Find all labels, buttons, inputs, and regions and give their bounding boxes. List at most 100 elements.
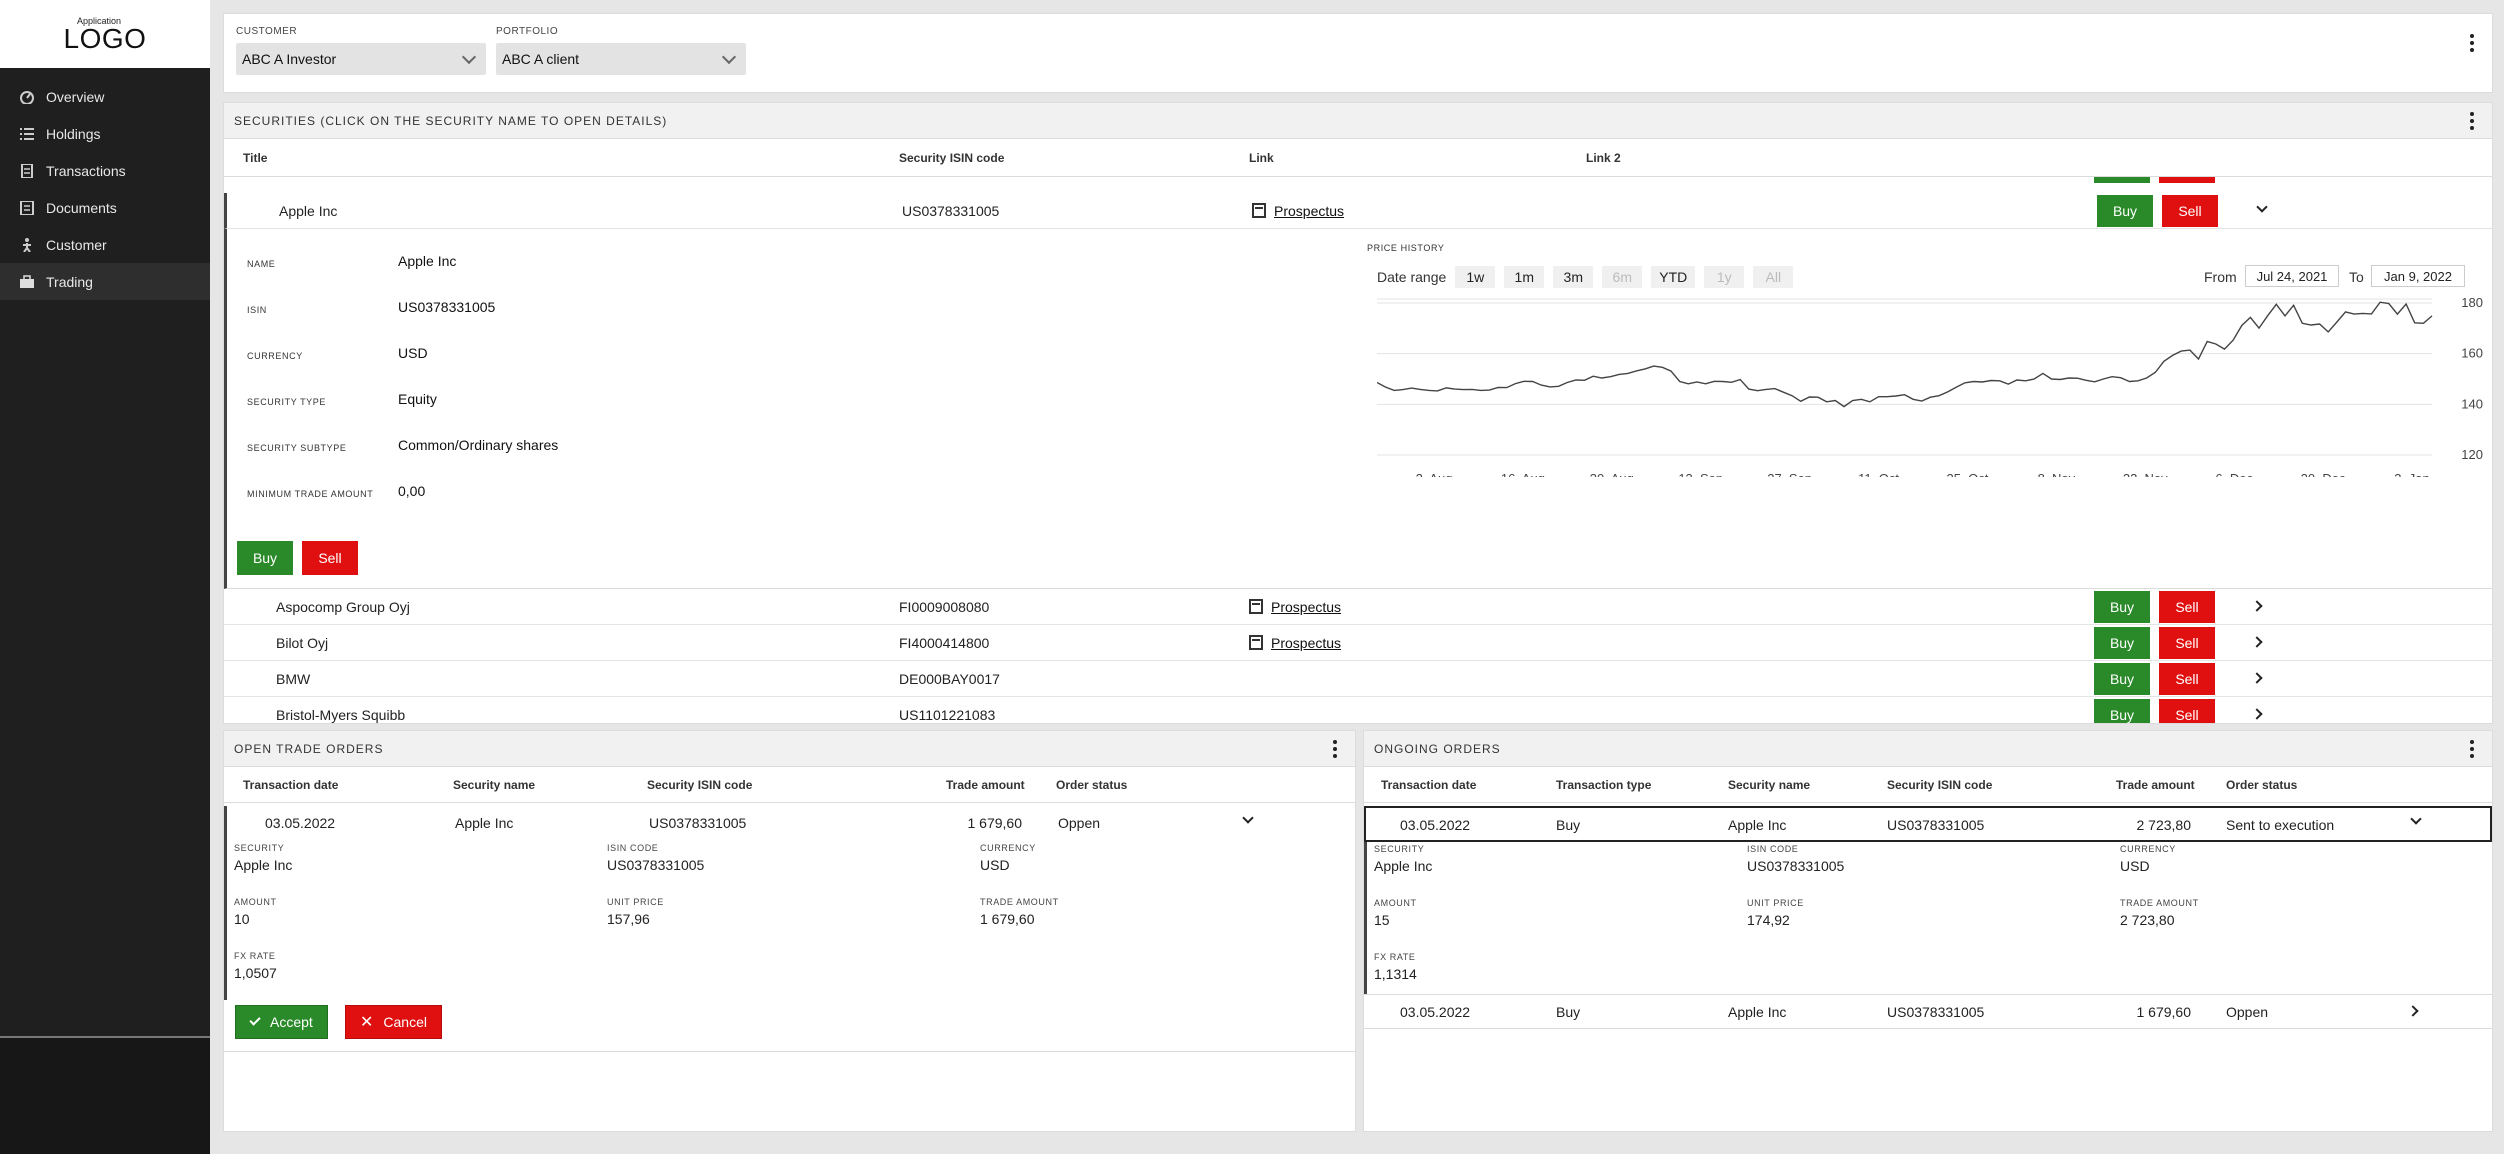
ongoing-orders-title: ONGOING ORDERS (1374, 741, 1501, 756)
chevron-down-icon[interactable] (2410, 813, 2422, 825)
briefcase-icon (20, 274, 34, 288)
buy-button[interactable]: Buy (237, 541, 293, 575)
more-menu-icon[interactable] (2470, 739, 2474, 758)
customer-select[interactable]: ABC A Investor (236, 43, 486, 75)
more-menu-icon[interactable] (2470, 34, 2474, 52)
buy-button[interactable]: Buy (2097, 195, 2153, 227)
table-row[interactable]: Bilot Oyj FI4000414800 Prospectus Buy Se… (224, 625, 2492, 661)
nav-item-transactions[interactable]: Transactions (0, 152, 210, 189)
table-row-expanded[interactable]: Apple Inc US0378331005 Prospectus Buy Se… (224, 193, 2492, 229)
range-1y-button[interactable]: 1y (1704, 266, 1745, 288)
col-trade-amount[interactable]: Trade amount (2116, 778, 2195, 792)
prospectus-link-text[interactable]: Prospectus (1271, 599, 1341, 615)
order-row-expanded[interactable]: 03.05.2022 Apple Inc US0378331005 1 679,… (224, 806, 1355, 840)
chevron-right-icon[interactable] (2251, 672, 2263, 684)
col-isin[interactable]: Security ISIN code (899, 151, 1004, 165)
prospectus-link-text[interactable]: Prospectus (1274, 203, 1344, 219)
table-row[interactable]: Bristol-Myers Squibb US1101221083 Buy Se… (224, 697, 2492, 723)
accept-label: Accept (270, 1014, 313, 1030)
col-isin[interactable]: Security ISIN code (647, 778, 752, 792)
order-row[interactable]: 03.05.2022 Buy Apple Inc US0378331005 1 … (1364, 995, 2492, 1029)
buy-button[interactable]: Buy (2094, 699, 2150, 723)
security-title-link[interactable]: BMW (276, 671, 310, 687)
detail-label: CURRENCY (980, 843, 1036, 853)
logo-text: LOGO (63, 22, 147, 54)
detail-label: SECURITY (234, 843, 285, 853)
order-isin: US0378331005 (1887, 1004, 1985, 1020)
chevron-right-icon[interactable] (2251, 636, 2263, 648)
detail-value: USD (2120, 858, 2150, 874)
prospectus-link-text[interactable]: Prospectus (1271, 635, 1341, 651)
col-transaction-date[interactable]: Transaction date (243, 778, 338, 792)
col-transaction-date[interactable]: Transaction date (1381, 778, 1476, 792)
cancel-button[interactable]: ✕ Cancel (345, 1005, 442, 1039)
to-date-input[interactable]: Jan 9, 2022 (2371, 265, 2465, 287)
nav-item-overview[interactable]: Overview (0, 78, 210, 115)
more-menu-icon[interactable] (1333, 739, 1337, 758)
chevron-down-icon[interactable] (1242, 812, 1254, 824)
security-title-link[interactable]: Aspocomp Group Oyj (276, 599, 410, 615)
table-row[interactable]: BMW DE000BAY0017 Buy Sell (224, 661, 2492, 697)
from-date-input[interactable]: Jul 24, 2021 (2245, 265, 2339, 287)
app-logo[interactable]: Application LOGO (0, 0, 210, 68)
range-6m-button[interactable]: 6m (1602, 266, 1643, 288)
buy-button[interactable]: Buy (2094, 627, 2150, 659)
detail-value: US0378331005 (398, 299, 496, 315)
nav-item-holdings[interactable]: Holdings (0, 115, 210, 152)
table-row[interactable]: Aspocomp Group Oyj FI0009008080 Prospect… (224, 589, 2492, 625)
security-title-link[interactable]: Bristol-Myers Squibb (276, 707, 405, 723)
date-range-label: Date range (1377, 269, 1447, 285)
col-security-name[interactable]: Security name (1728, 778, 1810, 792)
securities-table-header: Title Security ISIN code Link Link 2 (224, 139, 2492, 177)
security-title-link[interactable]: Apple Inc (279, 203, 337, 219)
detail-value: Apple Inc (234, 857, 293, 873)
sell-button[interactable]: Sell (2162, 195, 2218, 227)
sell-button[interactable] (2159, 177, 2215, 183)
portfolio-select[interactable]: ABC A client (496, 43, 746, 75)
chevron-right-icon[interactable] (2251, 600, 2263, 612)
accept-button[interactable]: Accept (235, 1005, 328, 1039)
sell-button[interactable]: Sell (2159, 627, 2215, 659)
col-order-status[interactable]: Order status (2226, 778, 2297, 792)
chevron-right-icon[interactable] (2251, 708, 2263, 720)
col-isin[interactable]: Security ISIN code (1887, 778, 1992, 792)
col-title[interactable]: Title (243, 151, 267, 165)
range-3m-button[interactable]: 3m (1553, 266, 1594, 288)
sell-button[interactable]: Sell (302, 541, 358, 575)
col-link2[interactable]: Link 2 (1586, 151, 1621, 165)
prospectus-link[interactable]: Prospectus (1252, 203, 1344, 219)
buy-button[interactable]: Buy (2094, 591, 2150, 623)
nav-item-trading[interactable]: Trading (0, 263, 210, 300)
buy-button[interactable]: Buy (2094, 663, 2150, 695)
security-title-link[interactable]: Bilot Oyj (276, 635, 328, 651)
col-security-name[interactable]: Security name (453, 778, 535, 792)
sell-button[interactable]: Sell (2159, 663, 2215, 695)
sell-button[interactable]: Sell (2159, 591, 2215, 623)
range-all-button[interactable]: All (1753, 266, 1794, 288)
chevron-right-icon[interactable] (2407, 1005, 2419, 1017)
nav-label: Overview (46, 88, 105, 105)
nav-item-documents[interactable]: Documents (0, 189, 210, 226)
order-row-expanded[interactable]: 03.05.2022 Buy Apple Inc US0378331005 2 … (1364, 806, 2492, 842)
col-transaction-type[interactable]: Transaction type (1556, 778, 1651, 792)
detail-value: Common/Ordinary shares (398, 437, 559, 453)
nav-item-customer[interactable]: Customer (0, 226, 210, 263)
sell-button[interactable]: Sell (2159, 699, 2215, 723)
col-link[interactable]: Link (1249, 151, 1274, 165)
detail-label: AMOUNT (1374, 898, 1417, 908)
col-trade-amount[interactable]: Trade amount (946, 778, 1025, 792)
buy-button[interactable] (2094, 177, 2150, 183)
range-ytd-button[interactable]: YTD (1651, 266, 1696, 288)
chevron-down-icon[interactable] (2256, 201, 2268, 213)
col-order-status[interactable]: Order status (1056, 778, 1127, 792)
prospectus-link[interactable]: Prospectus (1249, 635, 1341, 651)
to-label: To (2349, 269, 2364, 285)
order-detail-panel: SECURITY Apple Inc ISIN CODE US037833100… (224, 840, 1355, 1000)
range-1w-button[interactable]: 1w (1455, 266, 1496, 288)
more-menu-icon[interactable] (2470, 111, 2474, 130)
range-1m-button[interactable]: 1m (1504, 266, 1545, 288)
prospectus-link[interactable]: Prospectus (1249, 599, 1341, 615)
open-orders-table-header: Transaction date Security name Security … (224, 767, 1355, 803)
x-tick-label: 16. Aug (1501, 471, 1545, 477)
x-tick-label: 8. Nov (2038, 471, 2076, 477)
